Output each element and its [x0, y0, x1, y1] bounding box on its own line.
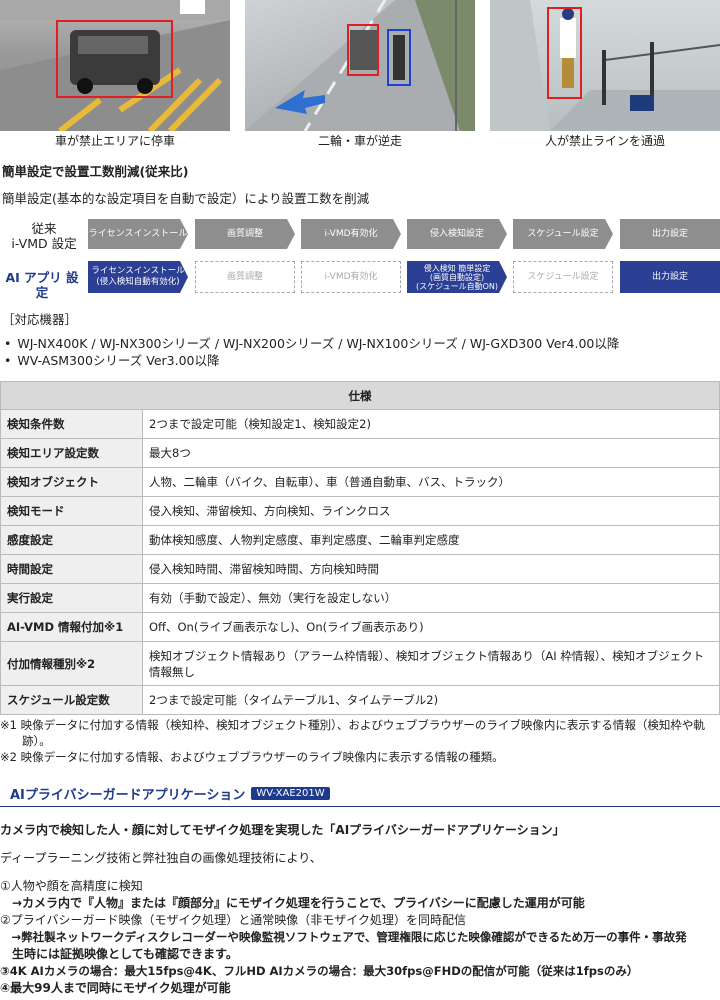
flow-row1-label: 従来 i-VMD 設定	[11, 221, 77, 251]
spec-key: スケジュール設定数	[0, 685, 143, 715]
spec-value: 侵入検知時間、滞留検知時間、方向検知時間	[142, 554, 720, 584]
spec-key: AI-VMD 情報付加※1	[0, 612, 143, 642]
table-row: 検知モード 侵入検知、滞留検知、方向検知、ラインクロス	[0, 496, 720, 526]
flow-row2-label: AI アプリ 設定	[5, 270, 79, 300]
privacy-line: ④最大99人まで同時にモザイク処理が可能	[0, 981, 231, 995]
spec-table: 仕様 検知条件数 2つまで設定可能（検知設定1、検知設定2) 検知エリア設定数 最大…	[0, 381, 720, 715]
footnotes: ※1 映像データに付加する情報（検知枠、検知オブジェクト種別）、およびウェブブラ…	[0, 717, 720, 765]
table-row: スケジュール設定数 2つまで設定可能（タイムテーブル1、タイムテーブル2)	[0, 685, 720, 715]
privacy-line: ②プライバシーガード映像（モザイク処理）と通常映像（非モザイク処理）を同時配信	[0, 913, 467, 927]
privacy-line: →弊社製ネットワークディスクレコーダーや映像監視ソフトウェアで、管理権限に応じた…	[0, 930, 687, 944]
privacy-section-title: AIプライバシーガードアプリケーション WV-XAE201W	[10, 784, 330, 803]
devices-heading: ［対応機器］	[2, 312, 78, 327]
parking-scene	[0, 0, 230, 131]
device-list: WJ-NX400K / WJ-NX300シリーズ / WJ-NX200シリーズ …	[4, 335, 619, 369]
table-row: 検知オブジェクト 人物、二輪車（バイク、自転車）、車（普通自動車、バス、トラック）	[0, 467, 720, 497]
privacy-line: ①人物や顔を高精度に検知	[0, 879, 143, 893]
flow-step: 画質調整	[195, 261, 295, 293]
flow-step: i-VMD有効化	[301, 261, 401, 293]
example-images: 車が禁止エリアに停車 二輪・車が逆走 人が禁止ラインを通過	[0, 0, 720, 150]
privacy-line: →カメラ内で『人物』または『顔部分』にモザイク処理を行うことで、プライバシーに配…	[0, 896, 585, 910]
spec-value: 2つまで設定可能（検知設定1、検知設定2)	[142, 409, 720, 439]
privacy-lead: カメラ内で検知した人・顔に対してモザイク処理を実現した「AIプライバシーガードア…	[0, 823, 565, 837]
spec-key: 検知モード	[0, 496, 143, 526]
section-divider	[0, 806, 720, 807]
spec-key: 感度設定	[0, 525, 143, 555]
privacy-title: AIプライバシーガードアプリケーション	[10, 788, 246, 803]
spec-value: 動体検知感度、人物判定感度、車判定感度、二輪車判定感度	[142, 525, 720, 555]
spec-value: 2つまで設定可能（タイムテーブル1、タイムテーブル2)	[142, 685, 720, 715]
flow-step: ライセンスインストール	[88, 219, 188, 249]
flow-step: ライセンスインストール (侵入検知自動有効化)	[88, 261, 188, 293]
table-row: 実行設定 有効（手動で設定）、無効（実行を設定しない）	[0, 583, 720, 613]
privacy-line: 生時には証拠映像としても確認できます。	[0, 947, 238, 961]
flow-step: スケジュール設定	[513, 261, 613, 293]
model-badge: WV-XAE201W	[251, 787, 330, 800]
spec-value: 有効（手動で設定）、無効（実行を設定しない）	[142, 583, 720, 613]
footnote: ※1 映像データに付加する情報（検知枠、検知オブジェクト種別）、およびウェブブラ…	[0, 718, 705, 748]
flow-step: 侵入検知設定	[407, 219, 507, 249]
table-row: 検知条件数 2つまで設定可能（検知設定1、検知設定2)	[0, 409, 720, 439]
table-row: 検知エリア設定数 最大8つ	[0, 438, 720, 468]
footnote: ※2 映像データに付加する情報、およびウェブブラウザーのライブ映像内に表示する情…	[0, 750, 504, 764]
spec-key: 検知エリア設定数	[0, 438, 143, 468]
privacy-intro: ディープラーニング技術と弊社独自の画像処理技術により、	[0, 851, 322, 865]
road-scene	[245, 0, 475, 131]
spec-value: 最大8つ	[142, 438, 720, 468]
device-item: WV-ASM300シリーズ Ver3.00以降	[4, 352, 619, 369]
spec-key: 時間設定	[0, 554, 143, 584]
spec-value: 人物、二輪車（バイク、自転車）、車（普通自動車、バス、トラック）	[142, 467, 720, 497]
spec-key: 付加情報種別※2	[0, 641, 143, 686]
simple-setting-heading: 簡単設定で設置工数削減(従来比)	[2, 164, 189, 179]
spec-key: 検知条件数	[0, 409, 143, 439]
spec-value: 侵入検知、滞留検知、方向検知、ラインクロス	[142, 496, 720, 526]
spec-value: 検知オブジェクト情報あり（アラーム枠情報）、検知オブジェクト情報あり（AI 枠情…	[142, 641, 720, 686]
privacy-line: ③4K AIカメラの場合：最大15fps@4K、フルHD AIカメラの場合：最大…	[0, 964, 639, 978]
simple-setting-desc: 簡単設定(基本的な設定項目を自動で設定）により設置工数を削減	[2, 191, 370, 206]
table-row: 付加情報種別※2 検知オブジェクト情報あり（アラーム枠情報）、検知オブジェクト情報…	[0, 641, 720, 686]
table-row: 感度設定 動体検知感度、人物判定感度、車判定感度、二輪車判定感度	[0, 525, 720, 555]
table-row: AI-VMD 情報付加※1 Off、On(ライブ画表示なし)、On(ライブ画表示あ…	[0, 612, 720, 642]
image-caption: 車が禁止エリアに停車	[54, 134, 175, 148]
hallway-scene	[490, 0, 720, 131]
flow-step: i-VMD有効化	[301, 219, 401, 249]
spec-header: 仕様	[0, 381, 720, 410]
device-item: WJ-NX400K / WJ-NX300シリーズ / WJ-NX200シリーズ …	[4, 335, 619, 352]
table-row: 時間設定 侵入検知時間、滞留検知時間、方向検知時間	[0, 554, 720, 584]
image-caption: 人が禁止ラインを通過	[544, 134, 665, 148]
flow-step: スケジュール設定	[513, 219, 613, 249]
spec-key: 検知オブジェクト	[0, 467, 143, 497]
flow-step: 画質調整	[195, 219, 295, 249]
spec-key: 実行設定	[0, 583, 143, 613]
image-caption: 二輪・車が逆走	[317, 134, 402, 148]
flow-step: 出力設定	[620, 261, 720, 293]
flow-step: 出力設定	[620, 219, 720, 249]
parking-violation-image	[0, 0, 230, 131]
flow-step: 侵入検知 簡単設定 (画質自動設定) (スケジュール自動ON)	[407, 261, 507, 293]
wrong-way-image	[245, 0, 475, 131]
line-crossing-image	[490, 0, 720, 131]
spec-value: Off、On(ライブ画表示なし)、On(ライブ画表示あり)	[142, 612, 720, 642]
